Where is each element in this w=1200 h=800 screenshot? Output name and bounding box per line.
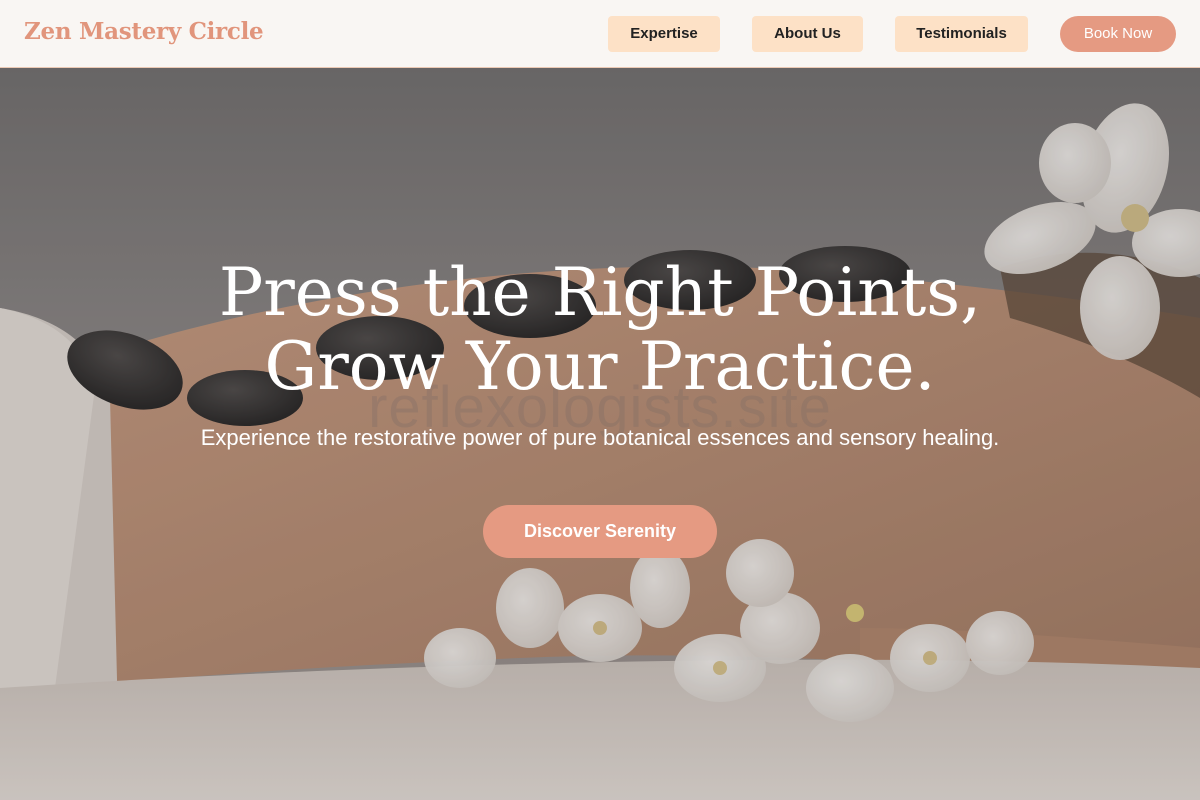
- hero-title-line-2: Grow Your Practice.: [264, 328, 936, 405]
- nav-expertise[interactable]: Expertise: [608, 16, 720, 52]
- nav-about-us[interactable]: About Us: [752, 16, 863, 52]
- hero-title-line-1: Press the Right Points,: [218, 254, 982, 331]
- brand-logo[interactable]: Zen Mastery Circle: [24, 18, 264, 45]
- discover-serenity-button[interactable]: Discover Serenity: [483, 505, 717, 558]
- nav-testimonials[interactable]: Testimonials: [895, 16, 1028, 52]
- page: Zen Mastery Circle Expertise About Us Te…: [0, 0, 1200, 800]
- hero-section: reflexologists.site Press the Right Poin…: [0, 68, 1200, 800]
- site-header: Zen Mastery Circle Expertise About Us Te…: [0, 0, 1200, 68]
- hero-subtitle: Experience the restorative power of pure…: [200, 425, 1000, 450]
- hero-title: Press the Right Points, Grow Your Practi…: [100, 256, 1100, 404]
- book-now-button[interactable]: Book Now: [1060, 16, 1176, 52]
